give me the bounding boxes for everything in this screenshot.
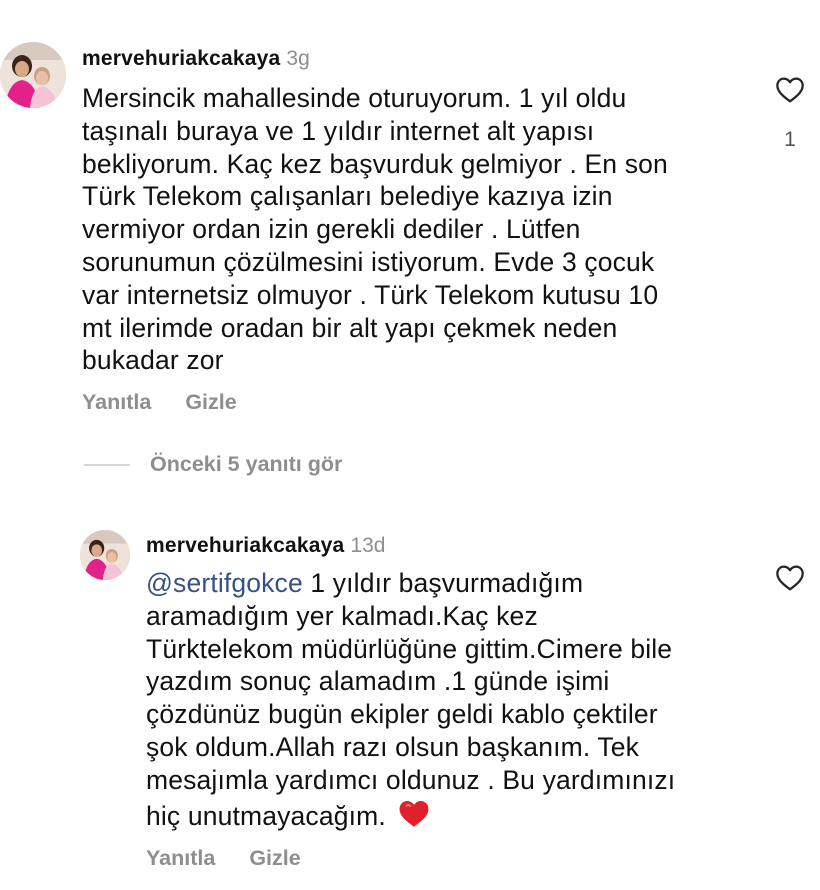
like-count: 1: [784, 128, 796, 151]
comment-line: sorunumun çözülmesini istiyorum. Evde 3 …: [82, 246, 655, 277]
reply-text: @sertifgokce 1 yıldır başvurmadığım aram…: [146, 567, 675, 838]
reply-line: Türktelekom müdürlüğüne gittim.Cimere bi…: [146, 633, 673, 664]
reply-line: hiç unutmayacağım.: [146, 797, 675, 839]
avatar-photo: [0, 42, 66, 108]
reply-line: aramadığım yer kalmadı.Kaç kez: [146, 600, 538, 631]
view-previous-replies-button[interactable]: Önceki 5 yanıtı gör: [84, 452, 342, 477]
comment-line: bekliyorum. Kaç kez başvurduk gelmiyor .…: [82, 148, 668, 179]
timestamp: 13d: [350, 534, 386, 557]
comment-line: Mersincik mahallesinde oturuyorum. 1 yıl…: [82, 83, 627, 113]
reply-line: mesajımla yardımcı oldunuz . Bu yardımın…: [146, 764, 676, 795]
comment-header: mervehuriakcakaya 3g: [82, 47, 310, 71]
avatar[interactable]: [80, 530, 130, 580]
comment-line: vermiyor ordan izin gerekli dediler . Lü…: [82, 214, 581, 245]
username[interactable]: mervehuriakcakaya: [82, 47, 280, 70]
reply-line: yazdım sonuç alamadım .1 günde işimi: [146, 666, 610, 697]
view-previous-replies-label: Önceki 5 yanıtı gör: [150, 452, 343, 476]
reply-line: @sertifgokce 1 yıldır başvurmadığım: [146, 567, 675, 600]
avatar-photo: [80, 530, 130, 580]
comment-line: bukadar zor: [82, 345, 224, 376]
divider: [84, 463, 130, 466]
like-button[interactable]: [773, 74, 807, 106]
reply-actions: Yanıtla Gizle: [146, 846, 301, 871]
heart-outline-icon: [776, 77, 804, 103]
comment-line: taşınalı buraya ve 1 yıldır internet alt…: [82, 115, 595, 146]
reply-button[interactable]: Yanıtla: [146, 846, 215, 870]
mention-link[interactable]: @sertifgokce: [146, 568, 303, 598]
reply-line: şok oldum.Allah razı olsun başkanım. Tek: [146, 731, 640, 762]
hide-button[interactable]: Gizle: [249, 846, 300, 870]
red-heart-emoji-icon: [396, 797, 432, 839]
avatar[interactable]: [0, 42, 66, 108]
username[interactable]: mervehuriakcakaya: [146, 534, 344, 557]
comment-line: var internetsiz olmuyor . Türk Telekom k…: [82, 279, 659, 310]
heart-outline-icon: [776, 565, 804, 591]
reply-line: çözdünüz bugün ekipler geldi kablo çekti…: [146, 699, 658, 730]
comment-line: mt ilerimde oradan bir alt yapı çekmek n…: [82, 312, 618, 343]
reply-last-line: hiç unutmayacağım.: [146, 800, 386, 831]
comment-line: Türk Telekom çalışanları belediye kazıya…: [82, 181, 613, 212]
reply-first-line: 1 yıldır başvurmadığım: [302, 568, 584, 598]
reply-header: mervehuriakcakaya 13d: [146, 534, 385, 558]
timestamp: 3g: [286, 47, 310, 70]
reply-button[interactable]: Yanıtla: [82, 390, 151, 414]
like-button[interactable]: [773, 562, 807, 594]
comment-text: Mersincik mahallesinde oturuyorum. 1 yıl…: [82, 82, 668, 377]
comment-actions: Yanıtla Gizle: [82, 390, 237, 415]
hide-button[interactable]: Gizle: [185, 390, 236, 414]
